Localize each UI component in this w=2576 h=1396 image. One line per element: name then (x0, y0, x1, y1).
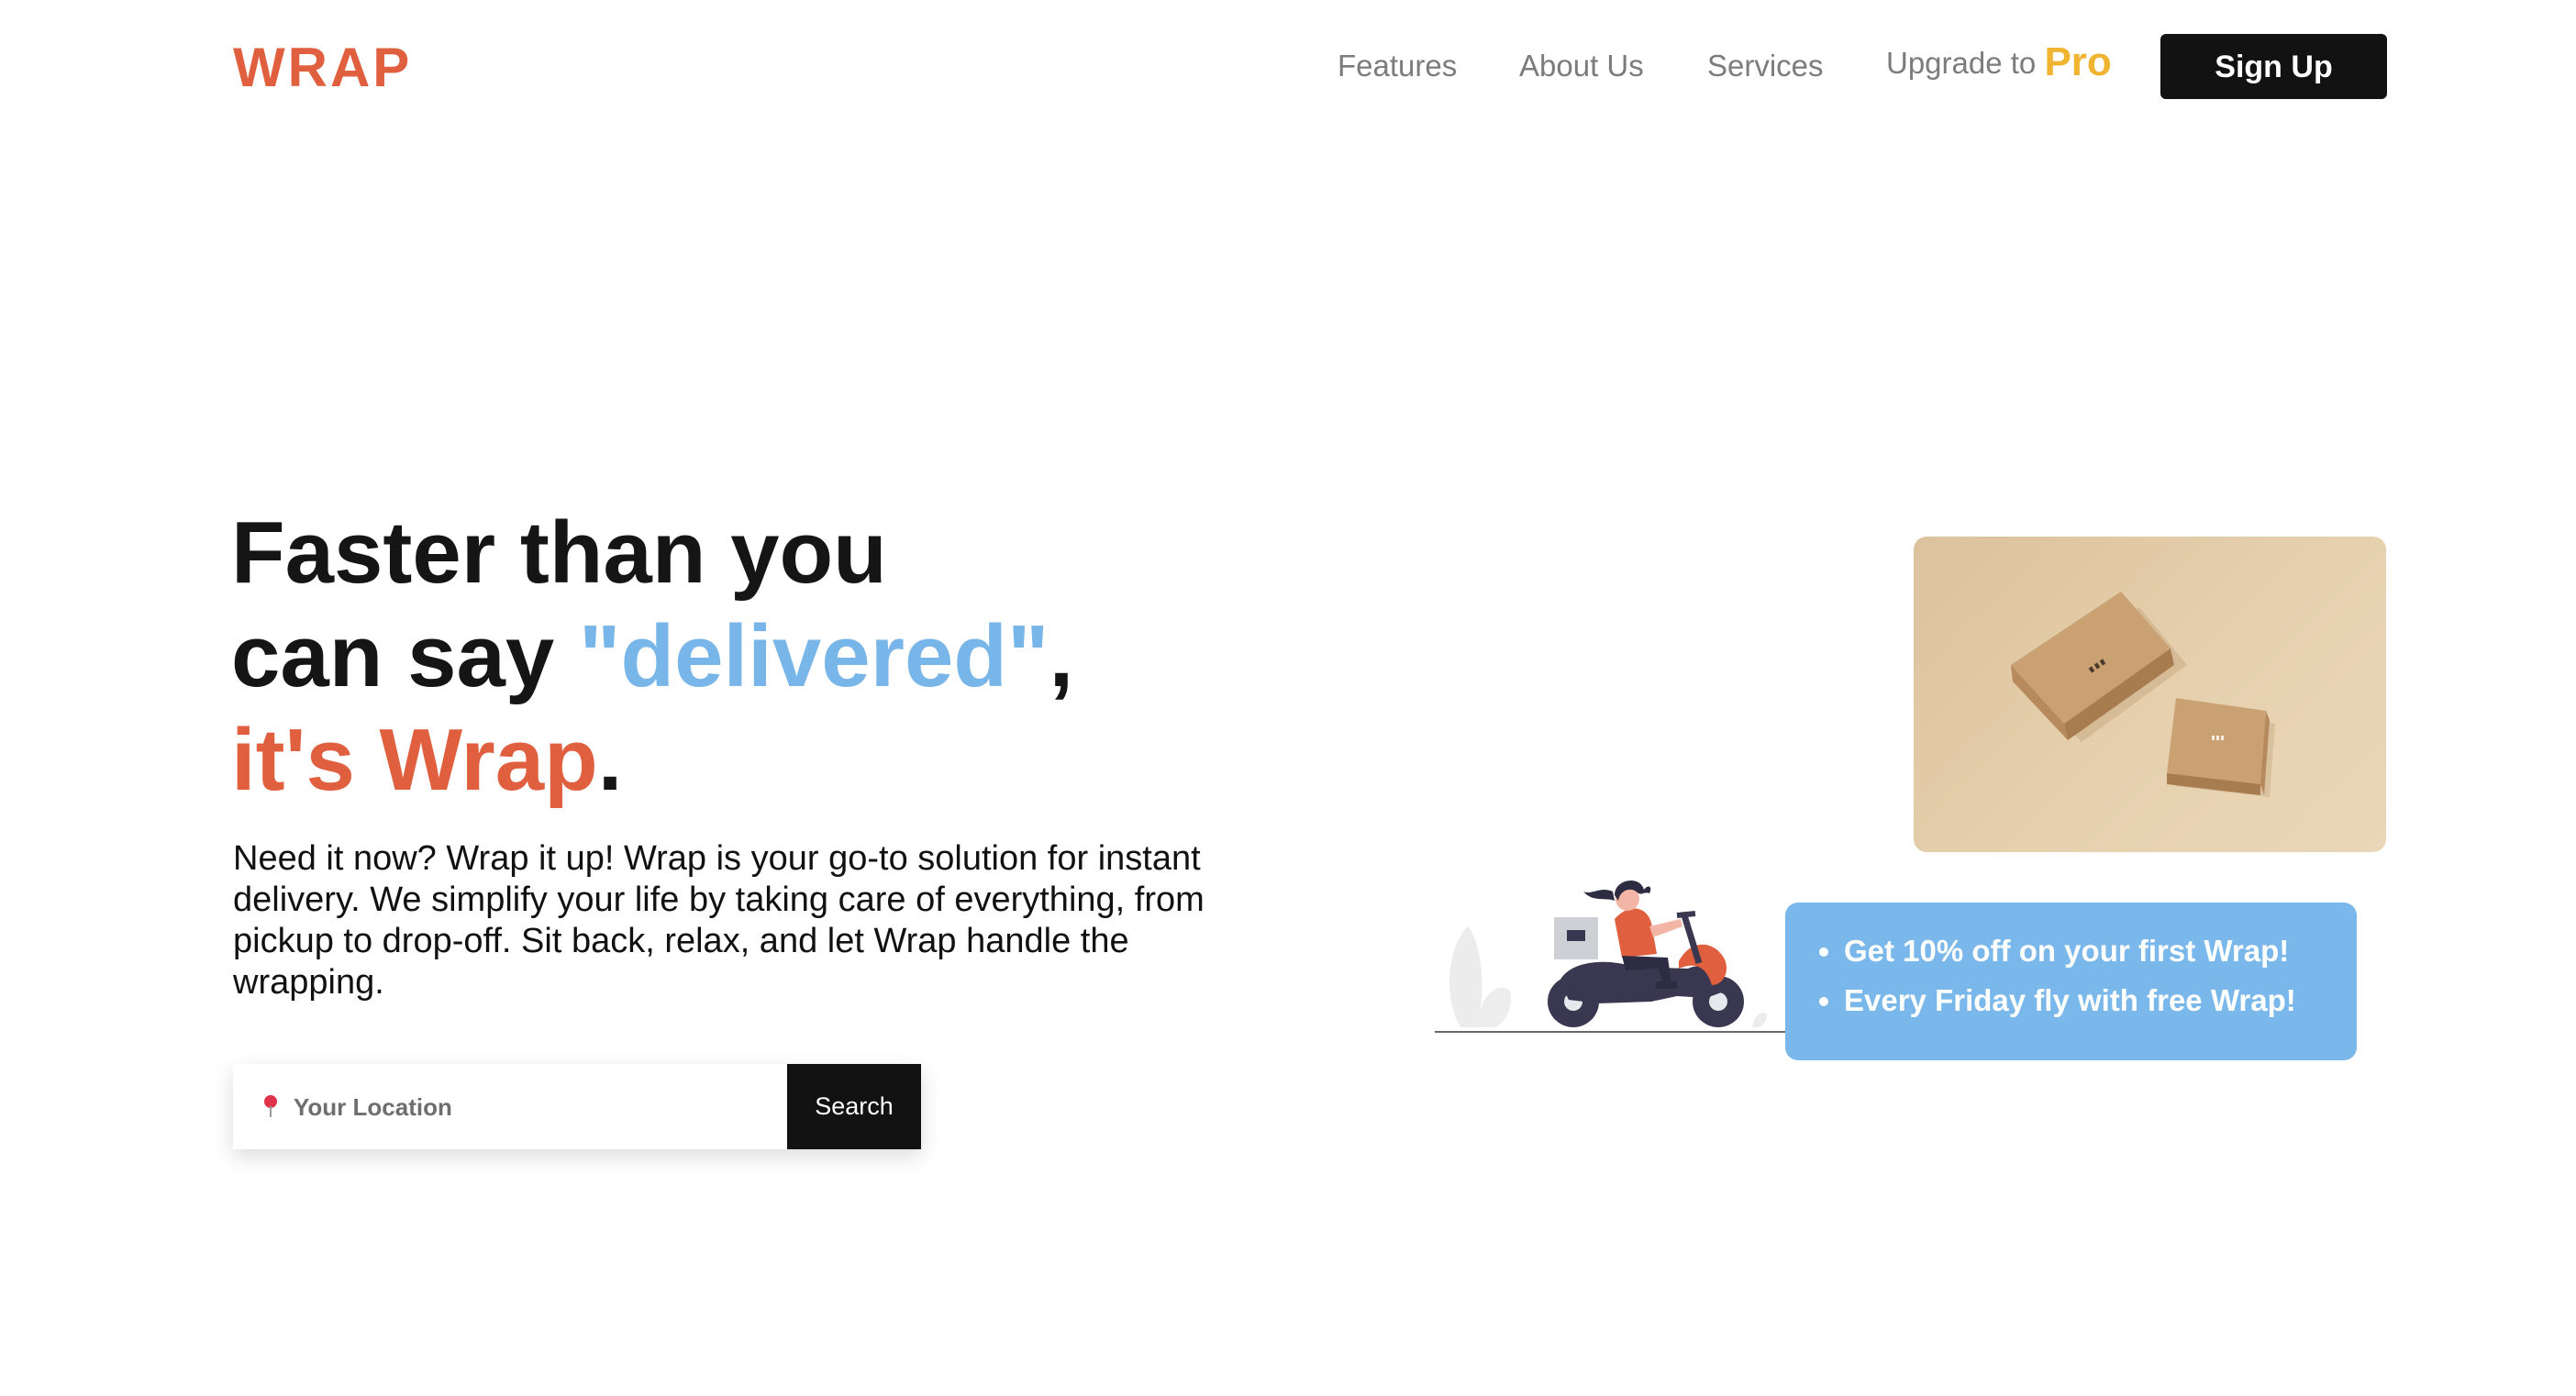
top-navigation: WRAP Features About Us Services Upgrade … (0, 0, 2576, 138)
nav-link-upgrade-to-pro[interactable]: Upgrade to Pro (1886, 42, 2112, 83)
nav-link-features[interactable]: Features (1338, 46, 1457, 86)
nav-link-about-us[interactable]: About Us (1519, 46, 1644, 86)
headline-its-wrap-highlight: it's Wrap (231, 711, 598, 809)
headline-line-3-suffix: . (597, 711, 623, 809)
delivery-scooter-illustration (1431, 862, 1798, 1046)
headline-delivered-highlight: "delivered" (578, 607, 1049, 705)
hero-headline: Faster than you can say "delivered", it'… (231, 501, 1073, 812)
search-button[interactable]: Search (787, 1064, 921, 1149)
headline-line-2-prefix: can say (231, 607, 579, 705)
promo-list: Get 10% off on your first Wrap! Every Fr… (1785, 903, 2357, 1025)
location-pin-icon (264, 1095, 277, 1117)
location-input[interactable] (292, 1064, 772, 1151)
hero-description: Need it now? Wrap it up! Wrap is your go… (233, 839, 1205, 1002)
upgrade-pro-highlight: Pro (2044, 39, 2112, 84)
nav-link-services[interactable]: Services (1707, 46, 1824, 86)
headline-line-1: Faster than you (231, 504, 887, 602)
upgrade-prefix: Upgrade to (1886, 46, 2037, 80)
sign-up-button[interactable]: Sign Up (2160, 34, 2387, 99)
promo-item-first-wrap-discount: Get 10% off on your first Wrap! (1844, 926, 2357, 976)
location-search-bar: Search (233, 1064, 921, 1151)
headline-line-2-suffix: , (1049, 607, 1074, 705)
promo-item-friday-free-wrap: Every Friday fly with free Wrap! (1844, 976, 2357, 1025)
promo-card: Get 10% off on your first Wrap! Every Fr… (1785, 903, 2357, 1060)
wrap-logo[interactable]: WRAP (233, 35, 412, 101)
boxes-photo (1914, 537, 2386, 852)
